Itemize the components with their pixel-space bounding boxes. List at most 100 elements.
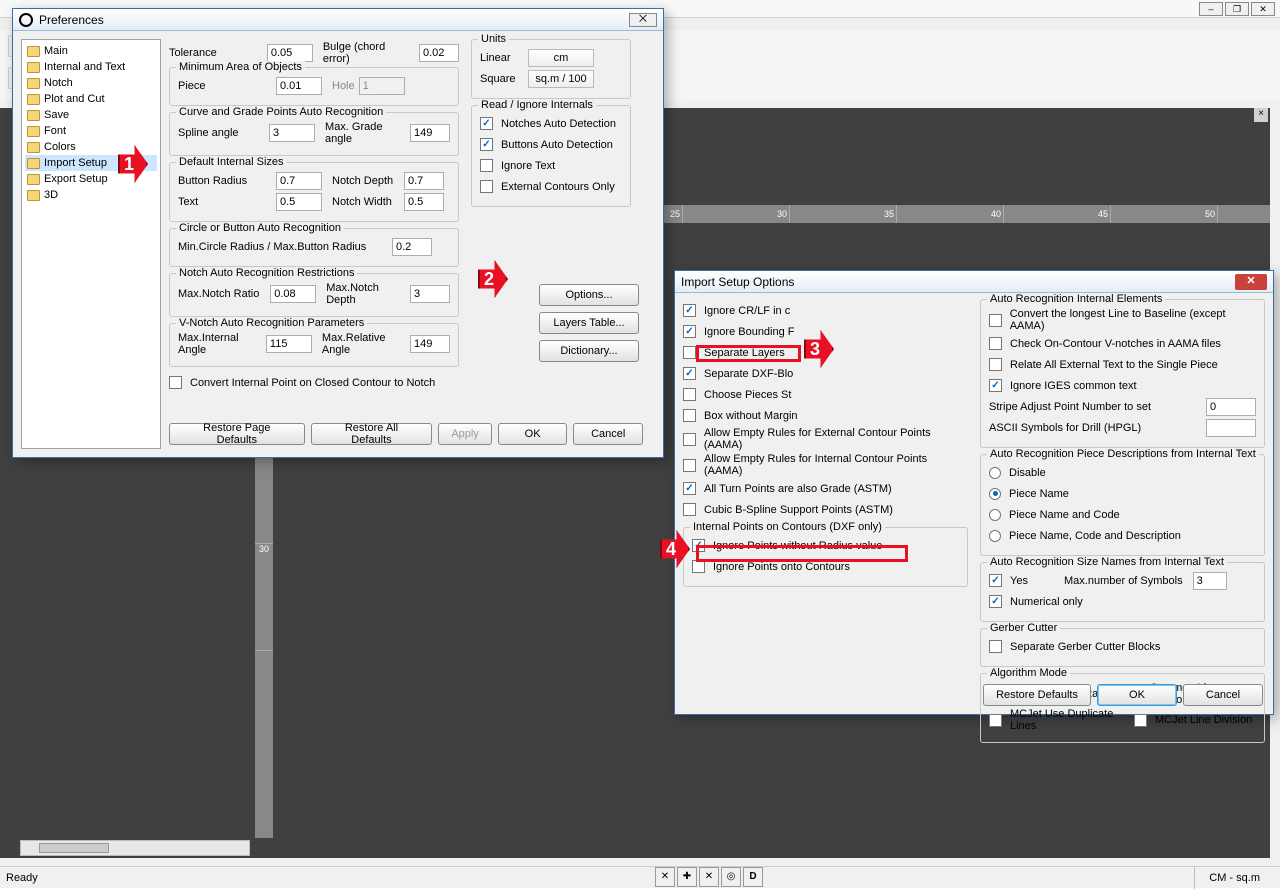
import-checkbox[interactable] [683,433,696,446]
import-checkbox[interactable] [989,337,1002,350]
stripe-input[interactable] [1206,398,1256,416]
bulge-input[interactable] [419,44,459,62]
import-label: Allow Empty Rules for External Contour P… [704,427,968,451]
vnotch-title: V-Notch Auto Recognition Parameters [176,317,367,329]
pd-radio[interactable] [989,467,1001,479]
scrollbar-thumb[interactable] [39,843,109,853]
apply-button[interactable]: Apply [438,423,492,445]
ipc-title: Internal Points on Contours (DXF only) [690,521,885,533]
extonly-checkbox[interactable] [480,180,493,193]
status-icon[interactable]: D [743,867,763,887]
gc-checkbox[interactable] [989,640,1002,653]
am4-checkbox[interactable] [1134,714,1147,727]
dictionary-button[interactable]: Dictionary... [539,340,639,362]
piece-input[interactable] [276,77,322,95]
status-icon[interactable]: ✚ [677,867,697,887]
restore-all-button[interactable]: Restore All Defaults [311,423,433,445]
import-titlebar[interactable]: Import Setup Options ✕ [675,271,1273,293]
pd-radio[interactable] [989,509,1001,521]
import-checkbox[interactable] [683,304,696,317]
buttons-checkbox[interactable] [480,138,493,151]
maximize-button[interactable]: ❐ [1225,2,1249,16]
sn-num-checkbox[interactable] [989,595,1002,608]
pd-radio[interactable] [989,530,1001,542]
options-button[interactable]: Options... [539,284,639,306]
restore-page-button[interactable]: Restore Page Defaults [169,423,305,445]
close-tab-button[interactable]: × [1254,108,1268,122]
close-window-button[interactable]: ✕ [1251,2,1275,16]
cancel-button[interactable]: Cancel [573,423,643,445]
import-checkbox[interactable] [989,358,1002,371]
ok-button[interactable]: OK [498,423,568,445]
folder-icon [27,94,40,105]
maxratio-label: Max.Notch Ratio [178,288,266,300]
folder-icon [27,174,40,185]
import-checkbox[interactable] [683,388,696,401]
convert-checkbox[interactable] [169,376,182,389]
import-checkbox[interactable] [683,367,696,380]
circle-input[interactable] [392,238,432,256]
preferences-tree[interactable]: Main Internal and TextNotchPlot and CutSa… [21,39,161,449]
tree-item-internal-and-text[interactable]: Internal and Text [25,59,157,75]
maxrel-input[interactable] [410,335,450,353]
preferences-titlebar[interactable]: Preferences ⨉ [13,9,663,31]
maxratio-input[interactable] [270,285,316,303]
h-scrollbar[interactable] [20,840,250,856]
sn-yes-checkbox[interactable] [989,574,1002,587]
status-icon[interactable]: ✕ [699,867,719,887]
tree-item-notch[interactable]: Notch [25,75,157,91]
import-label: Choose Pieces St [704,389,791,401]
tree-item-label: Colors [44,141,76,153]
btrad-input[interactable] [276,172,322,190]
square-value[interactable]: sq.m / 100 [528,70,594,88]
linear-value[interactable]: cm [528,49,594,67]
status-icon[interactable]: ◎ [721,867,741,887]
tree-item-font[interactable]: Font [25,123,157,139]
nwidth-input[interactable] [404,193,444,211]
callout-1: 1 [118,145,148,183]
import-label: All Turn Points are also Grade (ASTM) [704,483,892,495]
spline-input[interactable] [269,124,315,142]
status-icon[interactable]: ✕ [655,867,675,887]
btrad-label: Button Radius [178,175,272,187]
sn-max-input[interactable] [1193,572,1227,590]
import-checkbox[interactable] [989,379,1002,392]
folder-icon [27,62,40,73]
layers-table-button[interactable]: Layers Table... [539,312,639,334]
notches-label: Notches Auto Detection [501,118,616,130]
maxgrade-input[interactable] [410,124,450,142]
text-input[interactable] [276,193,322,211]
import-checkbox[interactable] [683,482,696,495]
tree-item-label: Main [44,45,68,57]
import-checkbox[interactable] [683,503,696,516]
import-checkbox[interactable] [683,409,696,422]
tree-item-main[interactable]: Main [25,43,157,59]
import-checkbox[interactable] [683,346,696,359]
cancel-button[interactable]: Cancel [1183,684,1263,706]
ndepth-input[interactable] [404,172,444,190]
ignoretext-checkbox[interactable] [480,159,493,172]
pd-radio[interactable] [989,488,1001,500]
minimize-button[interactable]: – [1199,2,1223,16]
import-checkbox[interactable] [989,314,1002,327]
tolerance-input[interactable] [267,44,313,62]
notches-checkbox[interactable] [480,117,493,130]
maxint-input[interactable] [266,335,312,353]
tree-item-save[interactable]: Save [25,107,157,123]
import-label: Ignore Bounding F [704,326,795,338]
close-icon[interactable]: ⨉ [629,13,657,27]
import-checkbox[interactable] [683,325,696,338]
ascii-input[interactable] [1206,419,1256,437]
am3-checkbox[interactable] [989,714,1002,727]
import-label: Box without Margin [704,410,798,422]
import-checkbox[interactable] [683,459,696,472]
tree-item-plot-and-cut[interactable]: Plot and Cut [25,91,157,107]
close-icon[interactable]: ✕ [1235,274,1267,290]
maxndepth-label: Max.Notch Depth [326,282,406,306]
ok-button[interactable]: OK [1097,684,1177,706]
maxndepth-input[interactable] [410,285,450,303]
callout-4-box [696,545,908,562]
import-setup-dialog: Import Setup Options ✕ Ignore CR/LF in c… [674,270,1274,715]
tree-item-3d[interactable]: 3D [25,187,157,203]
restore-defaults-button[interactable]: Restore Defaults [983,684,1091,706]
